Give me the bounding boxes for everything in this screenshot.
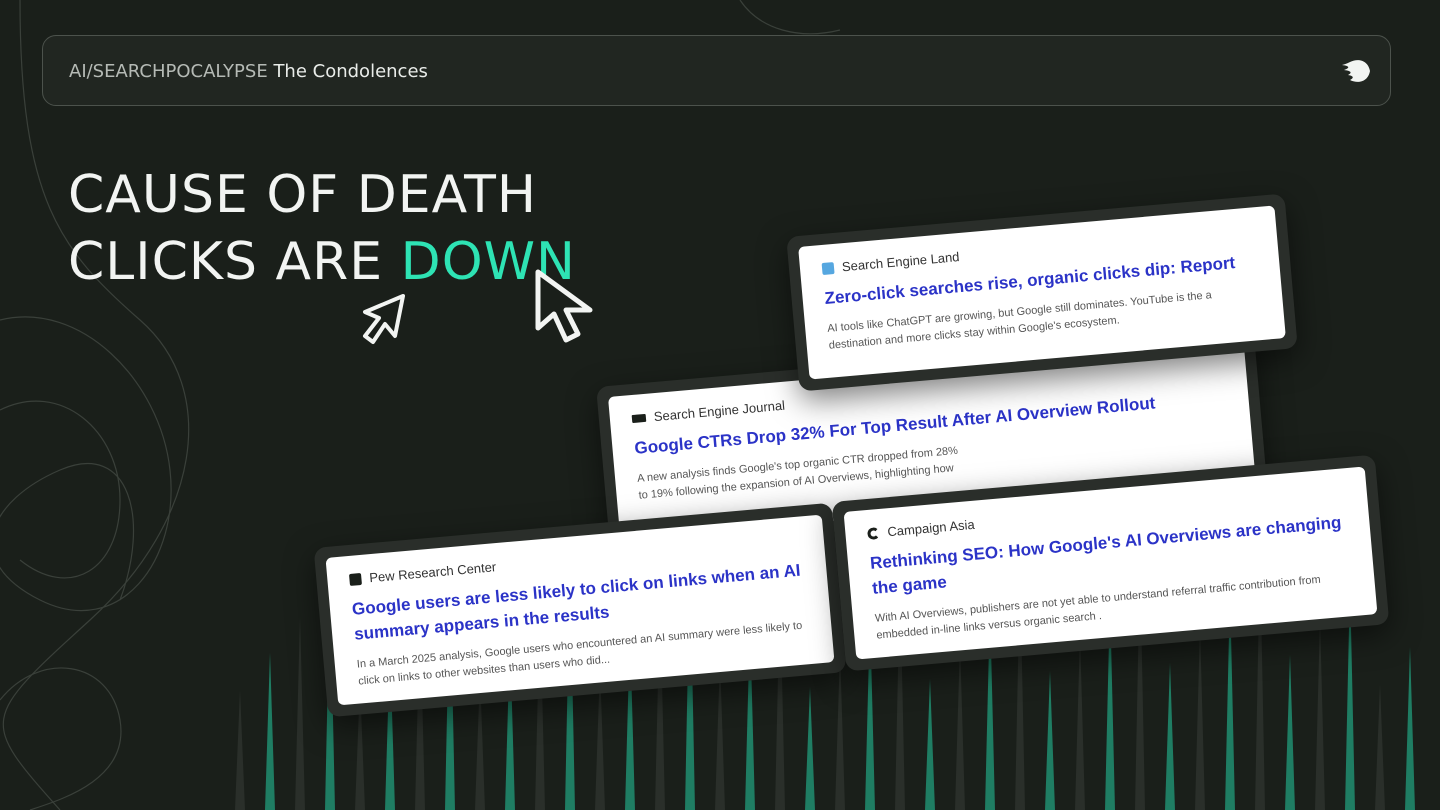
spike-decoration xyxy=(805,687,815,810)
spike-decoration xyxy=(295,616,305,810)
cursor-small-icon xyxy=(363,294,405,344)
cursor-large-icon xyxy=(535,269,593,343)
breadcrumb: AI/SEARCHPOCALYPSE The Condolences xyxy=(69,61,428,82)
spike-decoration xyxy=(835,650,845,810)
card-source-label: Search Engine Land xyxy=(841,249,961,275)
headline-line-2: CLICKS ARE DOWN xyxy=(68,229,576,296)
spike-decoration xyxy=(1075,634,1085,810)
headline-line-1: CAUSE OF DEATH xyxy=(68,165,537,225)
pew-logo-icon xyxy=(348,572,362,586)
spike-decoration xyxy=(955,642,965,810)
sel-logo-icon xyxy=(821,261,835,275)
card-source-label: Pew Research Center xyxy=(368,559,497,586)
page-headline: CAUSE OF DEATH CLICKS ARE DOWN xyxy=(68,162,576,296)
top-bar: AI/SEARCHPOCALYPSE The Condolences xyxy=(42,35,1391,106)
spike-decoration xyxy=(235,690,245,810)
card-source-label: Campaign Asia xyxy=(886,516,976,540)
spike-decoration xyxy=(1165,663,1175,810)
card-source-label: Search Engine Journal xyxy=(653,397,786,425)
breadcrumb-subtitle: The Condolences xyxy=(273,61,428,82)
spike-decoration xyxy=(1195,626,1205,810)
rocket-icon xyxy=(1342,60,1370,82)
ca-logo-icon xyxy=(866,526,880,540)
breadcrumb-section: AI/SEARCHPOCALYPSE xyxy=(69,61,268,82)
spike-decoration xyxy=(265,653,275,810)
spike-decoration xyxy=(1045,671,1055,810)
article-card-pew[interactable]: Pew Research Center Google users are les… xyxy=(313,502,847,718)
spike-decoration xyxy=(1375,684,1385,810)
spike-decoration xyxy=(1405,647,1415,810)
headline-prefix: CLICKS ARE xyxy=(68,232,384,292)
spike-decoration xyxy=(1285,655,1295,810)
sej-logo-icon xyxy=(631,413,647,423)
spike-decoration xyxy=(925,679,935,810)
spike-decoration xyxy=(1315,618,1325,810)
